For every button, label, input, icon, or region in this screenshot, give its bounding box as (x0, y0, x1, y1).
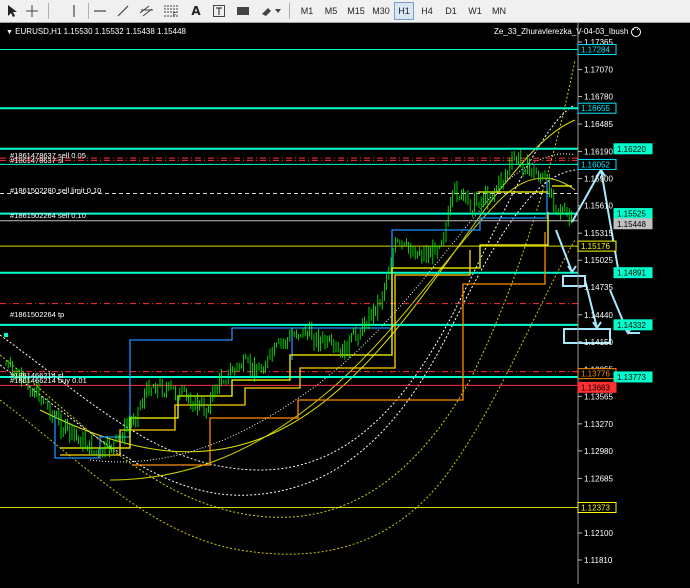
axis-tick-label: 1.15315 (584, 229, 613, 238)
price-level-label: 1.16655 (581, 104, 610, 113)
channel-band (0, 169, 576, 496)
axis-tick-label: 1.15900 (584, 175, 613, 184)
price-level-label: 1.14891 (617, 269, 646, 278)
channel-band (39, 119, 576, 453)
axis-tick-label: 1.14440 (584, 311, 613, 320)
indicator-label: Ze_33_Zhuravlerezka_V-04-03_Ibush (494, 27, 641, 37)
svg-text:F: F (173, 13, 177, 18)
levels-layer (0, 49, 578, 509)
bands-layer (0, 59, 576, 555)
labels-layer: 1.17284 1.16655 1.16220 1.16052 1.155251.154… (577, 44, 653, 514)
fibonacci-icon[interactable]: F (161, 2, 181, 20)
symbol-info: ▼ EURUSD,H1 1.15530 1.15532 1.15438 1.15… (6, 27, 186, 36)
price-chart[interactable]: 1.17365 1.17070 1.16780 1.16485 1.16190 1.159… (0, 23, 690, 584)
target-box (562, 275, 586, 287)
axis-tick-label: 1.12980 (584, 447, 613, 456)
order-labels: #1861478637 sell 0.05#1861478637 sl#1861… (10, 151, 101, 385)
timeframe-h1[interactable]: H1 (394, 2, 414, 20)
vertical-line-icon[interactable] (64, 2, 84, 20)
channel-band (109, 177, 576, 481)
channel-band (0, 59, 576, 518)
axis-tick-label: 1.15025 (584, 256, 613, 265)
arrow-head-icon (567, 265, 577, 274)
price-level-label: 1.13683 (581, 383, 610, 392)
price-level-label: 1.17284 (581, 46, 610, 55)
step-line (54, 180, 548, 459)
price-level-label: 1.16220 (617, 145, 646, 154)
timeframe-mn[interactable]: MN (488, 2, 510, 20)
axis-tick-label: 1.12685 (584, 474, 613, 483)
toolbar: F A M1 M5 M15 M30 H1 H4 D1 W1 MN (0, 0, 690, 23)
axis-tick-label: 1.15610 (584, 202, 613, 211)
timeframe-m5[interactable]: M5 (320, 2, 342, 20)
price-level-label: 1.16052 (581, 160, 610, 169)
axis-tick-label: 1.17070 (584, 66, 613, 75)
trendline-icon[interactable] (113, 2, 133, 20)
price-level-label: 1.13776 (581, 370, 610, 379)
timeframe-d1[interactable]: D1 (441, 2, 461, 20)
order-label: #1861502280 sell limit 0.10 (10, 186, 101, 195)
axis-tick-label: 1.14735 (584, 283, 613, 292)
text-icon[interactable]: A (186, 2, 206, 20)
axis-tick-label: 1.16190 (584, 148, 613, 157)
steps-layer (54, 180, 572, 466)
axis-tick-label: 1.16780 (584, 93, 613, 102)
text-label-icon[interactable] (209, 2, 229, 20)
rectangle-icon[interactable] (233, 2, 253, 20)
price-level-label: 1.15525 (617, 210, 646, 219)
timeframe-m30[interactable]: M30 (369, 2, 393, 20)
axis-tick-label: 1.12100 (584, 529, 613, 538)
axis-tick-label: 1.14150 (584, 338, 613, 347)
timeframe-m15[interactable]: M15 (344, 2, 368, 20)
price-level-label: 1.14332 (617, 321, 646, 330)
axis-tick-label: 1.13270 (584, 420, 613, 429)
order-label: #1861502264 sell 0.10 (10, 211, 86, 220)
equidistant-channel-icon[interactable] (137, 2, 157, 20)
timeframe-m1[interactable]: M1 (297, 2, 317, 20)
step-line (60, 250, 471, 456)
axis-tick-label: 1.16485 (584, 120, 613, 129)
cursor-arrow-icon[interactable] (2, 2, 22, 20)
step-line (60, 212, 549, 449)
chart-canvas: 1.173651.170701.167801.164851.161901.159… (0, 23, 653, 584)
price-level-label: 1.15176 (581, 242, 610, 251)
timeframe-w1[interactable]: W1 (464, 2, 486, 20)
axis-tick-label: 1.13565 (584, 392, 613, 401)
smiley-icon (630, 27, 641, 37)
horizontal-line-icon[interactable] (90, 2, 110, 20)
price-level-label: 1.15448 (617, 220, 646, 229)
crosshair-icon[interactable] (22, 2, 42, 20)
price-level-label: 1.12373 (581, 504, 610, 513)
timeframe-h4[interactable]: H4 (417, 2, 437, 20)
level-anchor-marker (4, 333, 8, 337)
order-label: #1861502264 tp (10, 310, 64, 319)
channel-band (0, 104, 576, 471)
shapes-dropdown-icon[interactable] (258, 2, 284, 20)
order-label: #1861478637 sl (10, 156, 64, 165)
order-label: #1861466214 buy 0.01 (10, 376, 87, 385)
price-level-label: 1.13773 (617, 373, 646, 382)
axis-tick-label: 1.11810 (584, 556, 613, 565)
